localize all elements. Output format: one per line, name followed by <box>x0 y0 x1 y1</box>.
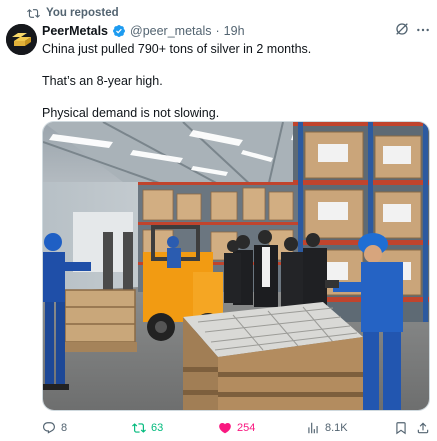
heart-icon <box>219 423 231 434</box>
separator-dot: · <box>215 24 220 38</box>
timestamp[interactable]: 19h <box>224 24 245 38</box>
repost-icon <box>132 423 146 433</box>
reply-button[interactable]: 8 <box>42 419 67 437</box>
analytics-icon <box>308 422 318 434</box>
repost-label: You reposted <box>46 7 119 19</box>
reply-icon <box>43 422 55 434</box>
tweet-line-2: That’s an 8-year high. <box>42 74 163 88</box>
verified-badge-icon <box>113 25 125 37</box>
repost-button[interactable]: 63 <box>132 419 163 437</box>
share-icon <box>417 422 429 434</box>
grok-icon[interactable] <box>394 21 410 37</box>
avatar[interactable] <box>6 24 37 55</box>
repost-indicator: You reposted <box>27 6 119 20</box>
views-count: 8.1K <box>325 422 348 434</box>
action-bar: 8 63 254 8.1K <box>42 419 432 437</box>
tweet-line-3: Physical demand is not slowing. <box>42 106 220 120</box>
bookmark-button[interactable] <box>394 419 408 437</box>
like-button[interactable]: 254 <box>218 419 255 437</box>
views-button[interactable]: 8.1K <box>306 419 348 437</box>
tweet-image[interactable] <box>42 121 430 411</box>
share-button[interactable] <box>416 419 430 437</box>
tweet-header: PeerMetals @peer_metals · 19h <box>42 23 245 39</box>
more-options-icon[interactable] <box>415 22 431 38</box>
warehouse-photo <box>43 122 429 410</box>
repost-count: 63 <box>151 422 164 434</box>
like-count: 254 <box>237 422 256 434</box>
author-name[interactable]: PeerMetals <box>42 24 108 38</box>
tweet-line-1: China just pulled 790+ tons of silver in… <box>42 42 312 56</box>
author-handle[interactable]: @peer_metals <box>130 24 211 38</box>
reply-count: 8 <box>61 422 68 434</box>
repost-icon <box>27 8 40 18</box>
bookmark-icon <box>396 422 406 435</box>
